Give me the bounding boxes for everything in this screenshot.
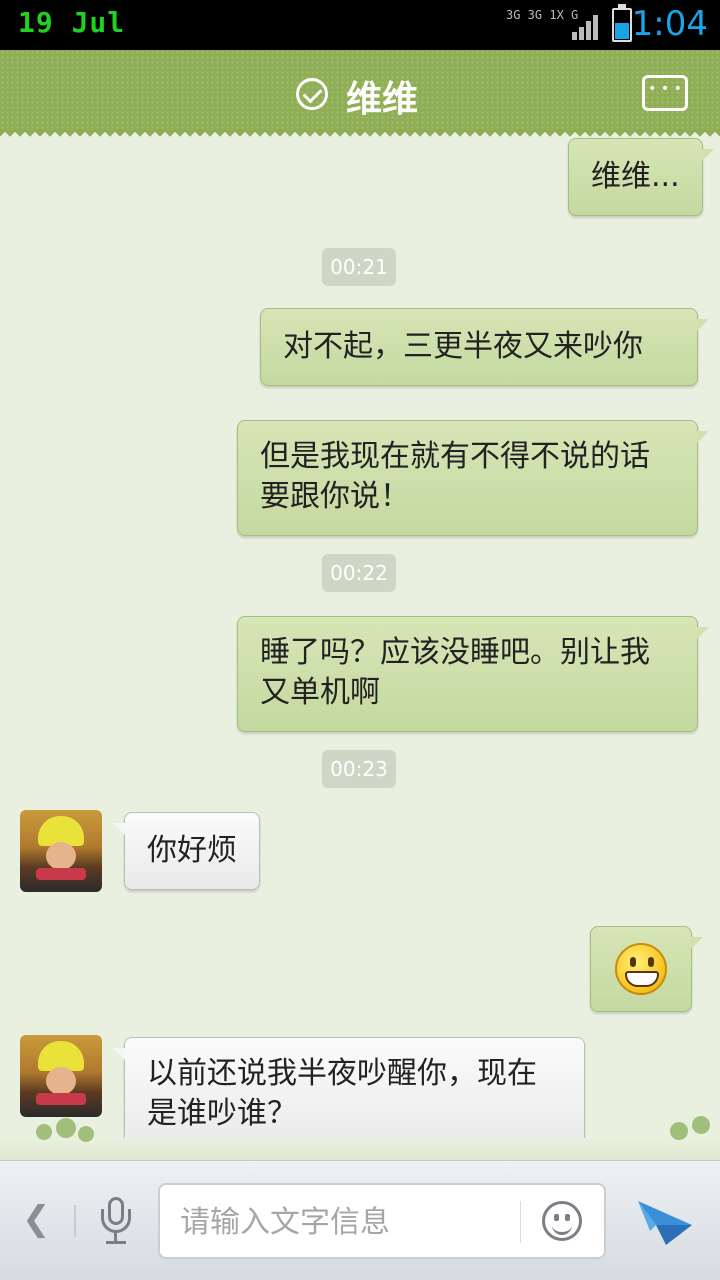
grin-emoji-icon: [615, 943, 667, 995]
chat-header: 维维: [0, 50, 720, 138]
contact-avatar[interactable]: [20, 810, 102, 892]
message-bubble-outgoing[interactable]: 睡了吗？应该没睡吧。别让我又单机啊: [237, 616, 709, 732]
contact-name: 维维: [346, 79, 419, 120]
message-list[interactable]: 维维... 00:21 对不起，三更半夜又来吵你 但是我现在就有不得不说的话要跟…: [0, 130, 720, 1160]
message-bubble-incoming[interactable]: 以前还说我半夜吵醒你，现在是谁吵谁？: [113, 1037, 585, 1153]
input-bar: ❮: [0, 1160, 720, 1280]
timestamp-badge: 00:22: [322, 554, 396, 592]
status-bar: 19 Jul 3G 3G 1X G 1:04: [0, 0, 720, 50]
message-bubble-incoming[interactable]: 你好烦: [113, 812, 260, 890]
message-bubble-outgoing[interactable]: [590, 926, 703, 1012]
status-time: 1:04: [631, 4, 708, 44]
scenery-decoration: [0, 1116, 720, 1162]
message-text: 维维...: [591, 159, 680, 194]
message-text: 但是我现在就有不得不说的话要跟你说！: [260, 439, 650, 514]
message-bubble-outgoing[interactable]: 但是我现在就有不得不说的话要跟你说！: [237, 420, 709, 536]
message-text: 以前还说我半夜吵醒你，现在是谁吵谁？: [147, 1056, 537, 1131]
message-bubble-outgoing[interactable]: 对不起，三更半夜又来吵你: [260, 308, 709, 386]
network-indicator: 3G 3G 1X G: [506, 8, 579, 22]
check-circle-icon: [296, 78, 328, 110]
more-options-icon[interactable]: [642, 75, 688, 111]
message-bubble-outgoing[interactable]: 维维...: [568, 138, 714, 216]
signal-icon: [572, 14, 600, 40]
microphone-icon[interactable]: [100, 1197, 132, 1247]
divider: [520, 1201, 521, 1243]
timestamp-badge: 00:21: [322, 248, 396, 286]
message-input-field[interactable]: [158, 1183, 606, 1259]
message-text: 睡了吗？应该没睡吧。别让我又单机啊: [260, 635, 650, 710]
battery-icon: [612, 4, 632, 42]
contact-avatar[interactable]: [20, 1035, 102, 1117]
smiley-icon[interactable]: [542, 1201, 582, 1241]
send-icon[interactable]: [636, 1195, 694, 1247]
message-text: 你好烦: [147, 833, 237, 868]
divider: [74, 1205, 76, 1237]
chevron-left-icon[interactable]: ❮: [22, 1199, 51, 1239]
message-text: 对不起，三更半夜又来吵你: [283, 329, 643, 364]
message-input[interactable]: [180, 1199, 510, 1245]
timestamp-badge: 00:23: [322, 750, 396, 788]
status-date: 19 Jul: [18, 6, 126, 39]
